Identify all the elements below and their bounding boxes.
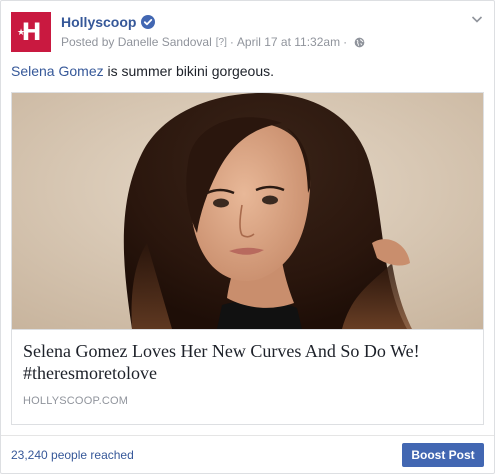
post-meta: Posted by Danelle Sandoval [?] · April 1…: [61, 33, 365, 51]
link-preview-image[interactable]: [12, 93, 483, 329]
help-marker[interactable]: [?]: [216, 37, 227, 48]
meta-separator: ·: [229, 35, 234, 49]
reach-count-link[interactable]: 23,240 people reached: [11, 448, 134, 462]
portrait-image: [12, 93, 483, 329]
mention-link[interactable]: Selena Gomez: [11, 63, 104, 79]
globe-icon[interactable]: [354, 37, 365, 48]
chevron-down-icon[interactable]: [470, 12, 484, 26]
verified-badge-icon: [141, 15, 156, 29]
link-preview-card[interactable]: Selena Gomez Loves Her New Curves And So…: [11, 92, 484, 425]
link-preview-body[interactable]: Selena Gomez Loves Her New Curves And So…: [12, 329, 483, 424]
page-name-row: Hollyscoop: [61, 12, 156, 32]
post-footer: 23,240 people reached Boost Post: [1, 435, 494, 473]
post-header: ★ H Hollyscoop Posted by Danelle Sandova…: [11, 12, 484, 52]
post-timestamp[interactable]: April 17 at 11:32am: [237, 35, 340, 49]
post-message: Selena Gomez is summer bikini gorgeous.: [11, 61, 484, 81]
boost-post-button[interactable]: Boost Post: [402, 443, 484, 467]
post-card: ★ H Hollyscoop Posted by Danelle Sandova…: [0, 0, 495, 474]
page-avatar[interactable]: ★ H: [11, 12, 51, 52]
link-domain: HOLLYSCOOP.COM: [23, 395, 129, 407]
link-title[interactable]: Selena Gomez Loves Her New Curves And So…: [23, 340, 472, 384]
meta-separator: ·: [343, 35, 348, 49]
posted-by-text: Posted by Danelle Sandoval: [61, 35, 212, 49]
page-name-link[interactable]: Hollyscoop: [61, 14, 136, 30]
post-message-text: is summer bikini gorgeous.: [103, 63, 275, 79]
avatar-letter: H: [21, 18, 41, 46]
